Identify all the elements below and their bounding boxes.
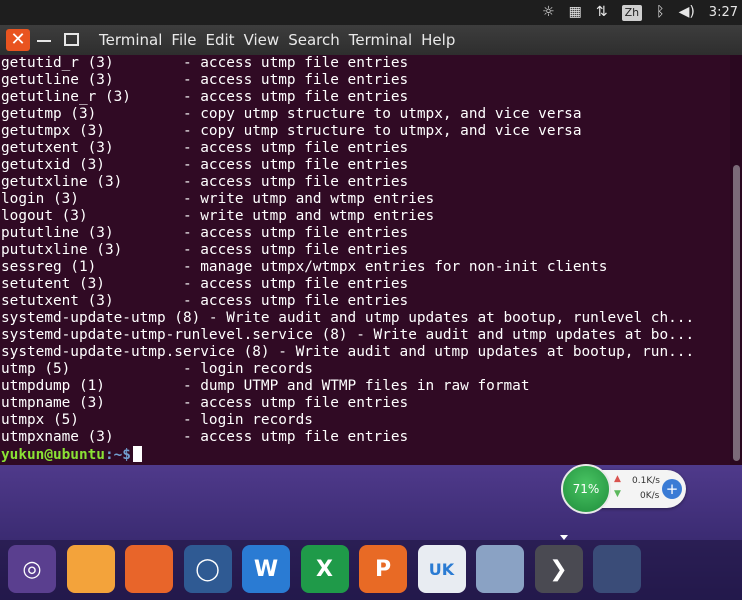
calendar-icon[interactable]: ▦ [569,0,582,25]
minimize-button[interactable] [37,40,51,42]
terminal-line: sessreg (1) - manage utmpx/wtmpx entries… [1,259,608,275]
wps-spreadsheet-icon[interactable]: X [300,545,349,593]
firefox-icon[interactable] [125,545,173,593]
terminal-line: getutline (3) - access utmp file entries [1,72,409,88]
terminal-line: systemd-update-utmp-runlevel.service (8)… [1,327,695,343]
software-center-icon[interactable] [476,545,524,593]
close-button[interactable]: ✕ [6,29,30,51]
terminal-line: systemd-update-utmp (8) - Write audit an… [1,310,695,326]
text-cursor [132,446,142,462]
menu-bar: Terminal File Edit View Search Terminal … [99,25,455,55]
terminal-icon[interactable]: ❯ [534,545,583,593]
top-panel: ☼ ▦ ⇅ Zh ᛒ ◀) 3:27 [0,0,742,25]
upload-arrow-icon: ▲ [614,474,621,484]
wps-writer-icon[interactable]: W [242,545,290,593]
window-titlebar[interactable]: ✕ Terminal File Edit View Search Termina… [0,25,742,55]
menu-view[interactable]: View [244,31,280,49]
scrollbar-thumb[interactable] [733,165,740,461]
network-icon[interactable]: ⇅ [596,0,608,25]
system-tray: ☼ ▦ ⇅ Zh ᛒ ◀) 3:27 [542,0,738,25]
terminal-line: getutmp (3) - copy utmp structure to utm… [1,106,582,122]
menu-edit[interactable]: Edit [206,31,235,49]
input-method-indicator[interactable]: Zh [621,4,643,21]
terminal-line: logout (3) - write utmp and wtmp entries [1,208,435,224]
prompt-path: :~$ [104,447,131,463]
active-app-indicator [560,535,568,540]
terminal-line: pututxline (3) - access utmp file entrie… [1,242,409,258]
terminal-output[interactable]: getutid_r (3) - access utmp file entries… [0,55,730,465]
menu-file[interactable]: File [171,31,196,49]
workspace-icon[interactable] [593,545,641,593]
terminal-line: setutxent (3) - access utmp file entries [1,293,409,309]
terminal-line: getutxid (3) - access utmp file entries [1,157,409,173]
ubuntu-kylin-store-icon[interactable]: UK [417,545,466,593]
terminal-line: setutent (3) - access utmp file entries [1,276,409,292]
maximize-button[interactable] [64,33,79,46]
terminal-window: ✕ Terminal File Edit View Search Termina… [0,25,742,465]
files-icon[interactable] [66,545,115,593]
terminal-line: utmpxname (3) - access utmp file entries [1,429,409,445]
terminal-line: systemd-update-utmp.service (8) - Write … [1,344,695,360]
terminal-line: utmpx (5) - login records [1,412,313,428]
clock[interactable]: 3:27 [709,5,738,20]
wps-presentation-icon[interactable]: P [359,545,407,593]
menu-help[interactable]: Help [421,31,455,49]
volume-icon[interactable]: ◀) [679,0,695,25]
browser-icon[interactable]: ◯ [183,545,232,593]
terminal-line: getutmpx (3) - copy utmp structure to ut… [1,123,582,139]
download-speed: 0K/s [640,491,660,501]
terminal-prompt[interactable]: yukun@ubuntu:~$ [1,446,142,463]
terminal-line: getutxent (3) - access utmp file entries [1,140,409,156]
upload-speed: 0.1K/s [632,476,660,486]
menu-terminal[interactable]: Terminal [349,31,412,49]
terminal-scrollbar[interactable] [730,55,742,465]
bluetooth-icon[interactable]: ᛒ [656,0,664,25]
widget-add-button[interactable]: + [662,479,682,499]
terminal-line: getutline_r (3) - access utmp file entri… [1,89,409,105]
menu-app-terminal[interactable]: Terminal [99,31,162,49]
weather-icon[interactable]: ☼ [542,0,555,25]
terminal-line: utmp (5) - login records [1,361,313,377]
download-arrow-icon: ▼ [614,489,621,499]
terminal-line: utmpdump (1) - dump UTMP and WTMP files … [1,378,530,394]
terminal-line: getutid_r (3) - access utmp file entries [1,55,409,71]
terminal-line: utmpname (3) - access utmp file entries [1,395,409,411]
prompt-user: yukun@ubuntu [1,447,105,463]
ubuntu-logo-icon[interactable]: ◎ [8,545,56,593]
terminal-line: login (3) - write utmp and wtmp entries [1,191,435,207]
terminal-line: pututline (3) - access utmp file entries [1,225,409,241]
menu-search[interactable]: Search [288,31,340,49]
terminal-line: getutxline (3) - access utmp file entrie… [1,174,409,190]
cpu-usage-indicator[interactable]: 71% [561,464,611,514]
